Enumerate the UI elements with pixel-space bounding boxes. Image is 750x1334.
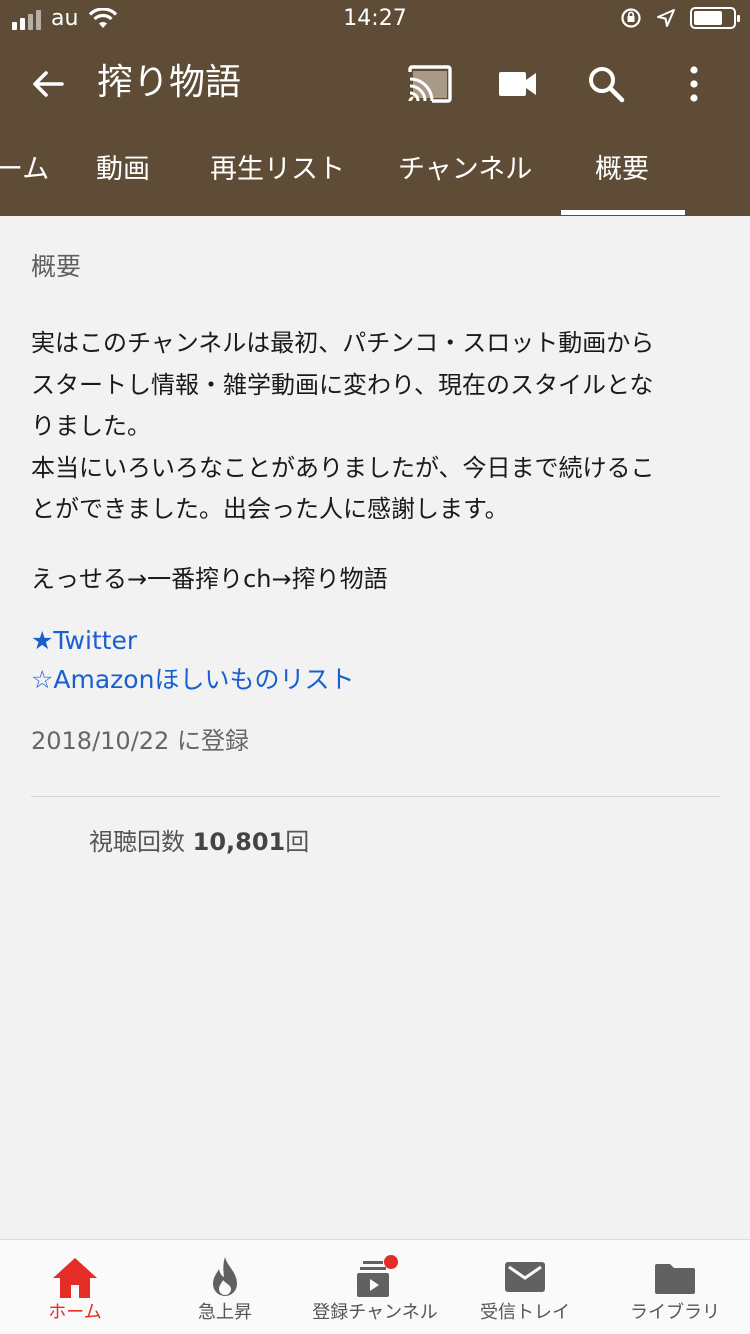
amazon-wishlist-link[interactable]: ☆Amazonほしいものリスト [31, 660, 721, 699]
home-icon [53, 1258, 97, 1298]
nav-subscriptions-label: 登録チャンネル [312, 1302, 438, 1323]
nav-trending[interactable]: 急上昇 [150, 1240, 300, 1334]
active-tab-indicator [561, 210, 685, 215]
nav-inbox[interactable]: 受信トレイ [450, 1240, 600, 1334]
more-options-button[interactable] [670, 62, 718, 106]
channel-title: 搾り物語 [97, 62, 242, 103]
tab-channels[interactable]: チャンネル [398, 150, 532, 190]
nav-subscriptions[interactable]: 登録チャンネル [300, 1240, 450, 1334]
video-camera-icon [499, 72, 536, 96]
cast-icon [408, 65, 452, 103]
more-vertical-icon [690, 66, 698, 102]
channel-history: えっせる→一番搾りch→搾り物語 [31, 564, 388, 593]
views-value: 10,801 [192, 828, 286, 856]
cast-button[interactable] [406, 62, 454, 106]
subscriptions-icon [357, 1255, 398, 1297]
nav-library[interactable]: ライブラリ [600, 1240, 750, 1334]
mail-icon [505, 1262, 545, 1292]
channel-description: 実はこのチャンネルは最初、パチンコ・スロット動画から スタートし情報・雑学動画に… [31, 329, 655, 523]
about-section: 概要 実はこのチャンネルは最初、パチンコ・スロット動画から スタートし情報・雑学… [31, 245, 721, 761]
flame-icon [213, 1257, 237, 1296]
tab-home[interactable]: ーム [0, 150, 49, 190]
tab-videos[interactable]: 動画 [96, 150, 150, 190]
about-heading: 概要 [31, 252, 82, 281]
tab-playlists[interactable]: 再生リスト [210, 150, 345, 190]
joined-date: 2018/10/22 に登録 [31, 726, 249, 755]
nav-trending-label: 急上昇 [198, 1302, 252, 1323]
search-button[interactable] [582, 62, 630, 106]
views-label: 視聴回数 [89, 828, 185, 856]
tab-about[interactable]: 概要 [595, 150, 649, 190]
links-list: ★Twitter ☆Amazonほしいものリスト [31, 621, 721, 699]
nav-home[interactable]: ホーム [0, 1240, 150, 1334]
views-unit: 回 [285, 828, 310, 856]
view-count: 視聴回数 10,801回 [89, 822, 309, 862]
header: au 14:27 搾り物語 ーム 動画 再生リスト チャンネル 概要 [0, 0, 750, 216]
upload-video-button[interactable] [494, 62, 542, 106]
battery-icon [690, 7, 740, 29]
search-icon [589, 67, 625, 103]
status-bar: au 14:27 [0, 0, 750, 40]
back-arrow-icon[interactable] [28, 64, 68, 104]
bottom-nav: ホーム 急上昇 登録チャンネル 受信トレイ ライブラリ [0, 1239, 750, 1334]
nav-home-label: ホーム [48, 1302, 102, 1323]
nav-library-label: ライブラリ [630, 1302, 720, 1323]
orientation-lock-icon [621, 8, 641, 28]
app-bar: 搾り物語 [0, 50, 750, 120]
channel-tabs: ーム 動画 再生リスト チャンネル 概要 [0, 140, 750, 216]
nav-inbox-label: 受信トレイ [480, 1302, 570, 1323]
folder-icon [655, 1264, 695, 1294]
divider [31, 796, 720, 797]
twitter-link[interactable]: ★Twitter [31, 621, 721, 660]
location-icon [657, 9, 675, 27]
